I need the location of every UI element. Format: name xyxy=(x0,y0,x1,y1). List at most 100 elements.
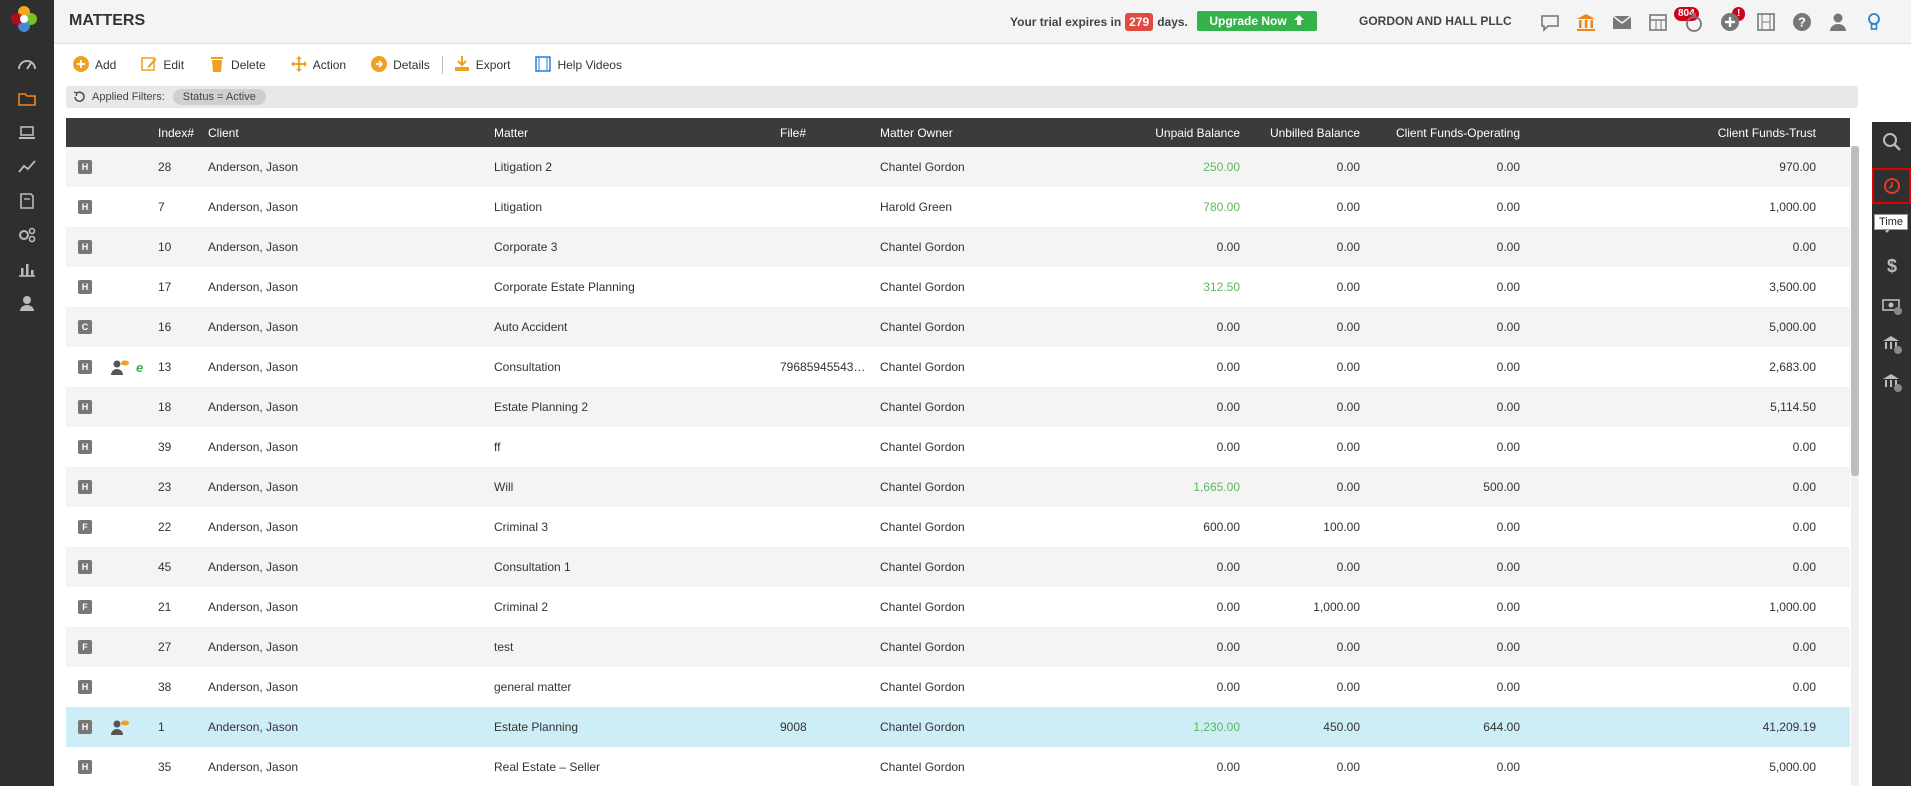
table-row[interactable]: H 18 Anderson, Jason Estate Planning 2 Chant… xyxy=(66,387,1850,427)
settings-gears-icon[interactable] xyxy=(0,218,54,252)
matter-cell: Estate Planning 2 xyxy=(494,400,589,414)
svg-text:$: $ xyxy=(1886,256,1896,276)
bank-icon[interactable] xyxy=(1572,8,1600,36)
toolbar-divider xyxy=(441,56,443,74)
profile-icon[interactable] xyxy=(1824,8,1852,36)
calendar-icon[interactable] xyxy=(1644,8,1672,36)
firm-name: GORDON AND HALL PLLC xyxy=(1359,14,1512,28)
funds-operating-cell: 0.00 xyxy=(1496,280,1520,294)
scrollbar-thumb[interactable] xyxy=(1851,146,1859,476)
header-col-unpaid[interactable]: Unpaid Balance xyxy=(1100,126,1246,140)
unpaid-balance-cell: 0.00 xyxy=(1216,320,1240,334)
bank-operating-icon[interactable] xyxy=(1872,326,1911,362)
unbilled-balance-cell: 1,000.00 xyxy=(1313,600,1360,614)
bank-trust-icon[interactable] xyxy=(1872,364,1911,400)
help-icon[interactable]: ? xyxy=(1788,8,1816,36)
film-icon[interactable] xyxy=(1752,8,1780,36)
index-cell: 45 xyxy=(158,560,172,574)
table-row[interactable]: H 39 Anderson, Jason ff Chantel Gordon 0.00 0.… xyxy=(66,427,1850,467)
header-col-owner[interactable]: Matter Owner xyxy=(874,126,1100,140)
table-row[interactable]: F 21 Anderson, Jason Criminal 2 Chantel Gord… xyxy=(66,587,1850,627)
funds-trust-cell: 5,000.00 xyxy=(1769,760,1816,774)
client-cell: Anderson, Jason xyxy=(208,320,299,334)
unbilled-balance-cell: 0.00 xyxy=(1336,280,1360,294)
index-cell: 39 xyxy=(158,440,172,454)
type-cell: F xyxy=(66,640,104,654)
funds-operating-cell: 0.00 xyxy=(1496,640,1520,654)
help-videos-button[interactable]: Help Videos xyxy=(534,55,622,76)
app-logo[interactable] xyxy=(9,4,39,34)
table-row[interactable]: H 23 Anderson, Jason Will Chantel Gordon 1,66… xyxy=(66,467,1850,507)
reset-filters-icon[interactable] xyxy=(72,90,86,104)
matter-cell: Litigation xyxy=(494,200,543,214)
table-row[interactable]: F 22 Anderson, Jason Criminal 3 Chantel Gord… xyxy=(66,507,1850,547)
chat-bubble-icon[interactable] xyxy=(1536,8,1564,36)
email-e-icon[interactable]: e xyxy=(136,360,143,375)
add-button[interactable]: Add xyxy=(72,55,116,76)
matters-folder-icon[interactable] xyxy=(0,82,54,116)
table-row[interactable]: H 35 Anderson, Jason Real Estate – Seller Ch… xyxy=(66,747,1850,786)
header-col-trust[interactable]: Client Funds-Trust xyxy=(1526,126,1822,140)
table-row[interactable]: H 28 Anderson, Jason Litigation 2 Chantel Go… xyxy=(66,147,1850,187)
client-portal-user-icon[interactable] xyxy=(110,719,132,735)
header-col-unbilled[interactable]: Unbilled Balance xyxy=(1246,126,1366,140)
table-row[interactable]: H 17 Anderson, Jason Corporate Estate Plann… xyxy=(66,267,1850,307)
table-row[interactable]: H 45 Anderson, Jason Consultation 1 Chantel … xyxy=(66,547,1850,587)
mail-icon[interactable] xyxy=(1608,8,1636,36)
laptop-icon[interactable] xyxy=(0,116,54,150)
table-row[interactable]: C 16 Anderson, Jason Auto Accident Chantel G… xyxy=(66,307,1850,347)
filter-chip-status[interactable]: Status = Active xyxy=(172,89,266,105)
owner-cell: Chantel Gordon xyxy=(880,520,965,534)
matter-type-badge: F xyxy=(78,520,92,534)
matter-cell: Will xyxy=(494,480,514,494)
trial-days-badge: 279 xyxy=(1125,13,1154,31)
table-row[interactable]: H 7 Anderson, Jason Litigation Harold Green 7… xyxy=(66,187,1850,227)
trend-chart-icon[interactable] xyxy=(0,150,54,184)
upgrade-now-button[interactable]: Upgrade Now xyxy=(1197,11,1317,31)
table-row[interactable]: F 27 Anderson, Jason test Chantel Gordon 0.00… xyxy=(66,627,1850,667)
edit-button[interactable]: Edit xyxy=(140,55,184,76)
header-col-operating[interactable]: Client Funds-Operating xyxy=(1366,126,1526,140)
svg-text:?: ? xyxy=(1798,15,1806,30)
add-circle-icon[interactable] xyxy=(1716,8,1744,36)
client-portal-user-icon[interactable] xyxy=(110,359,132,375)
funds-trust-cell: 0.00 xyxy=(1792,240,1816,254)
user-icon[interactable] xyxy=(0,286,54,320)
unpaid-balance-cell: 250.00 xyxy=(1203,160,1240,174)
header-col-client[interactable]: Client xyxy=(202,126,488,140)
export-button[interactable]: Export xyxy=(453,55,510,76)
matter-cell: ff xyxy=(494,440,501,454)
trial-prefix: Your trial expires in xyxy=(1010,15,1122,29)
funds-operating-cell: 0.00 xyxy=(1496,440,1520,454)
table-row[interactable]: H 10 Anderson, Jason Corporate 3 Chantel Gor… xyxy=(66,227,1850,267)
funds-trust-cell: 0.00 xyxy=(1792,480,1816,494)
action-button[interactable]: Action xyxy=(290,55,346,76)
bar-chart-icon[interactable] xyxy=(0,252,54,286)
action-toolbar: Add Edit Delete Action Details Export He… xyxy=(54,52,646,78)
time-tooltip: Time xyxy=(1874,214,1909,230)
index-cell: 23 xyxy=(158,480,172,494)
header-col-file[interactable]: File# xyxy=(774,126,874,140)
search-icon[interactable] xyxy=(1872,124,1911,160)
dollar-icon[interactable]: $ xyxy=(1872,248,1911,284)
lightbulb-icon[interactable] xyxy=(1860,8,1888,36)
owner-cell: Chantel Gordon xyxy=(880,640,965,654)
table-row[interactable]: H 38 Anderson, Jason general matter Chantel … xyxy=(66,667,1850,707)
time-clock-icon[interactable] xyxy=(1872,168,1911,204)
client-cell: Anderson, Jason xyxy=(208,760,299,774)
matter-cell: Criminal 2 xyxy=(494,600,549,614)
table-scrollbar[interactable] xyxy=(1851,146,1859,786)
payment-cash-icon[interactable] xyxy=(1872,288,1911,324)
header-col-matter[interactable]: Matter xyxy=(488,126,774,140)
delete-label: Delete xyxy=(231,58,266,72)
type-cell: F xyxy=(66,520,104,534)
file-cell: 7968594554329... xyxy=(780,360,874,374)
dashboard-nav-icon[interactable] xyxy=(0,48,54,82)
table-row[interactable]: He 13 Anderson, Jason Consultation 796859455… xyxy=(66,347,1850,387)
book-icon[interactable] xyxy=(0,184,54,218)
header-col-index[interactable]: Index# xyxy=(152,126,202,140)
details-button[interactable]: Details xyxy=(370,55,430,76)
stopwatch-icon[interactable] xyxy=(1680,8,1708,36)
table-row[interactable]: H 1 Anderson, Jason Estate Planning 9008 Chan… xyxy=(66,707,1850,747)
delete-button[interactable]: Delete xyxy=(208,55,266,76)
